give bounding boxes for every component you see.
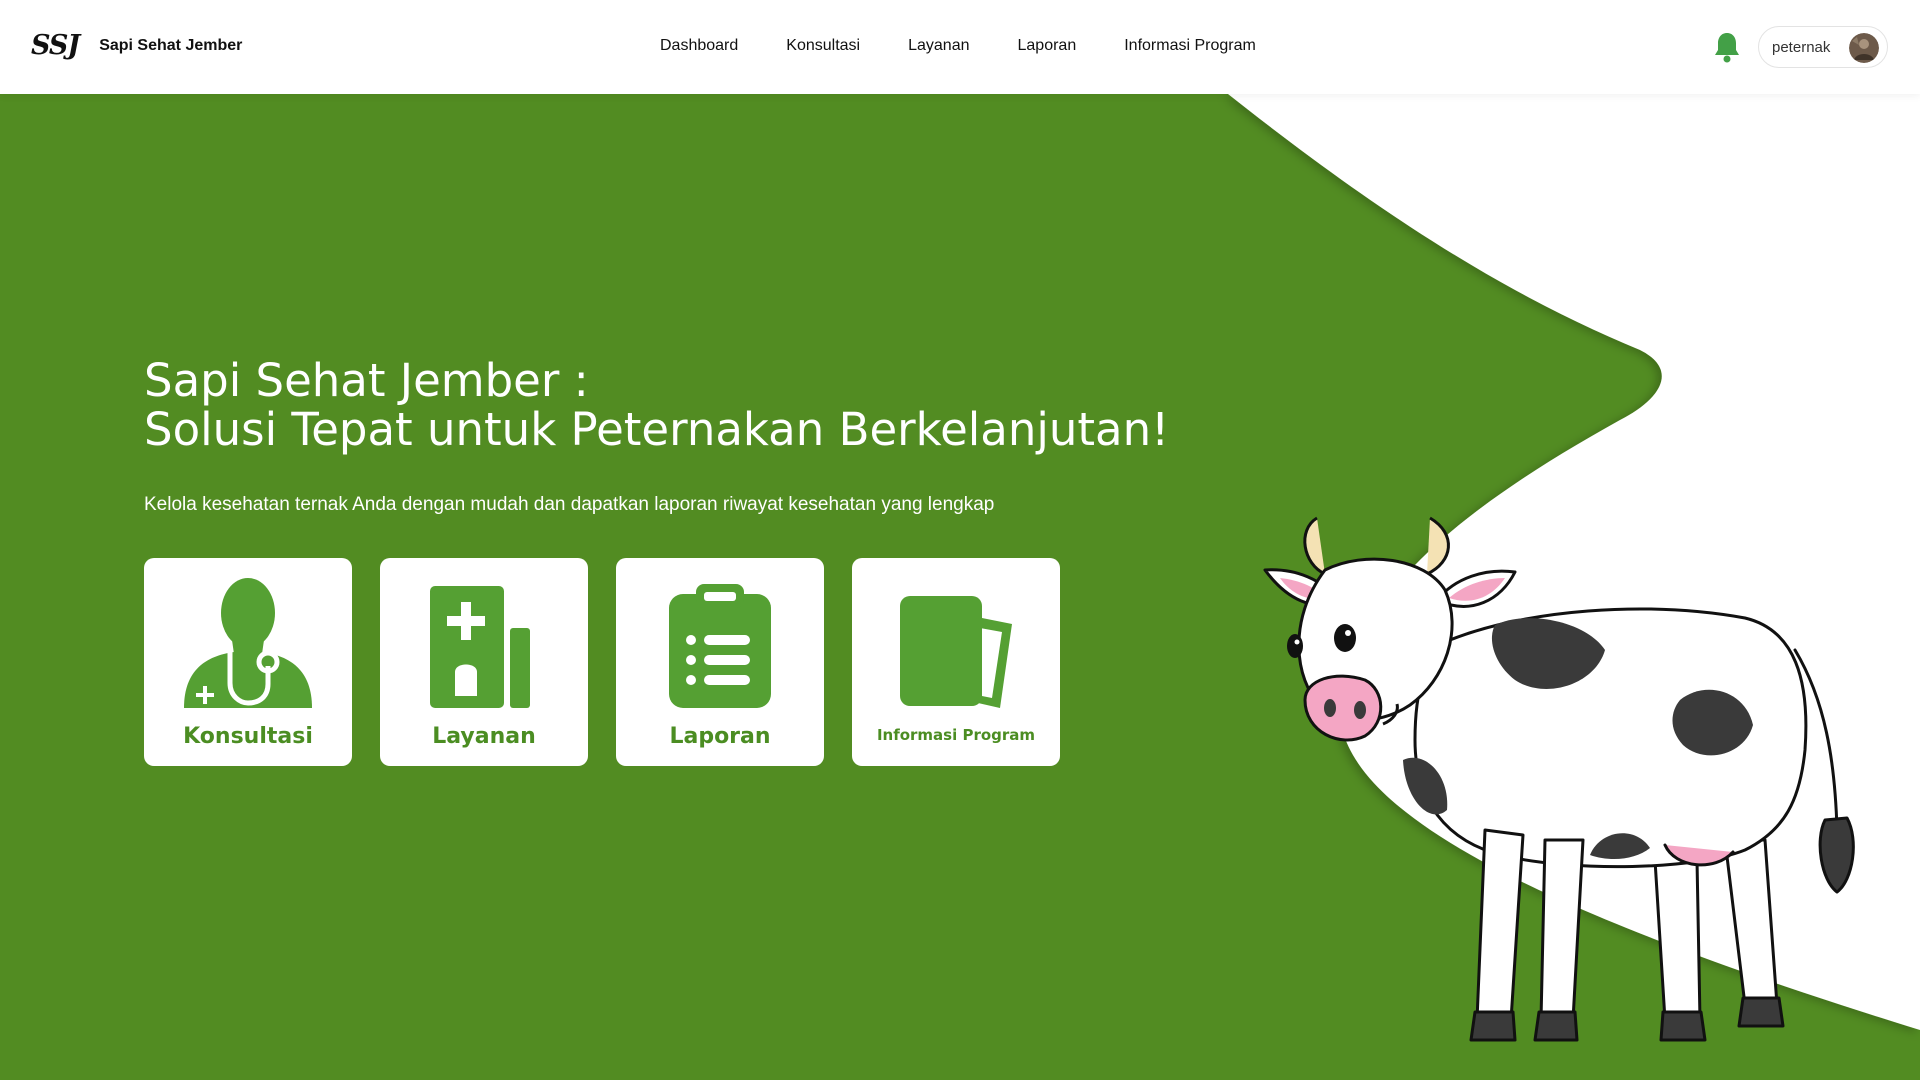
card-label-konsultasi: Konsultasi bbox=[183, 724, 313, 749]
nav-informasi-program[interactable]: Informasi Program bbox=[1124, 37, 1256, 55]
user-name: peternak bbox=[1772, 38, 1831, 56]
hero-subtitle: Kelola kesehatan ternak Anda dengan muda… bbox=[144, 494, 995, 515]
user-menu[interactable]: peternak bbox=[1758, 26, 1888, 68]
hero-title: Sapi Sehat Jember : Solusi Tepat untuk P… bbox=[144, 356, 1169, 454]
card-layanan[interactable]: Layanan bbox=[380, 558, 588, 766]
nav-konsultasi[interactable]: Konsultasi bbox=[786, 37, 860, 55]
nav-dashboard[interactable]: Dashboard bbox=[660, 37, 738, 55]
bell-icon[interactable] bbox=[1712, 30, 1742, 64]
card-label-layanan: Layanan bbox=[432, 724, 536, 749]
avatar bbox=[1849, 33, 1879, 63]
brand[interactable]: SSJ Sapi Sehat Jember bbox=[31, 30, 242, 61]
top-navbar: SSJ Sapi Sehat Jember Dashboard Konsulta… bbox=[0, 0, 1920, 94]
hero-title-line2: Solusi Tepat untuk Peternakan Berkelanju… bbox=[144, 403, 1170, 456]
feature-cards: Konsultasi Layanan Laporan Informasi Pro… bbox=[144, 558, 1088, 766]
card-laporan[interactable]: Laporan bbox=[616, 558, 824, 766]
card-label-laporan: Laporan bbox=[669, 724, 771, 749]
card-informasi-program[interactable]: Informasi Program bbox=[852, 558, 1060, 766]
cow-illustration bbox=[1263, 516, 1855, 1042]
card-konsultasi[interactable]: Konsultasi bbox=[144, 558, 352, 766]
main-nav: Dashboard Konsultasi Layanan Laporan Inf… bbox=[660, 37, 1304, 55]
card-label-informasi-program: Informasi Program bbox=[876, 726, 1036, 744]
hero-title-line1: Sapi Sehat Jember : bbox=[144, 354, 589, 407]
brand-name[interactable]: Sapi Sehat Jember bbox=[99, 37, 242, 55]
brand-logo[interactable]: SSJ bbox=[31, 30, 80, 61]
nav-laporan[interactable]: Laporan bbox=[1018, 37, 1077, 55]
nav-layanan[interactable]: Layanan bbox=[908, 37, 969, 55]
